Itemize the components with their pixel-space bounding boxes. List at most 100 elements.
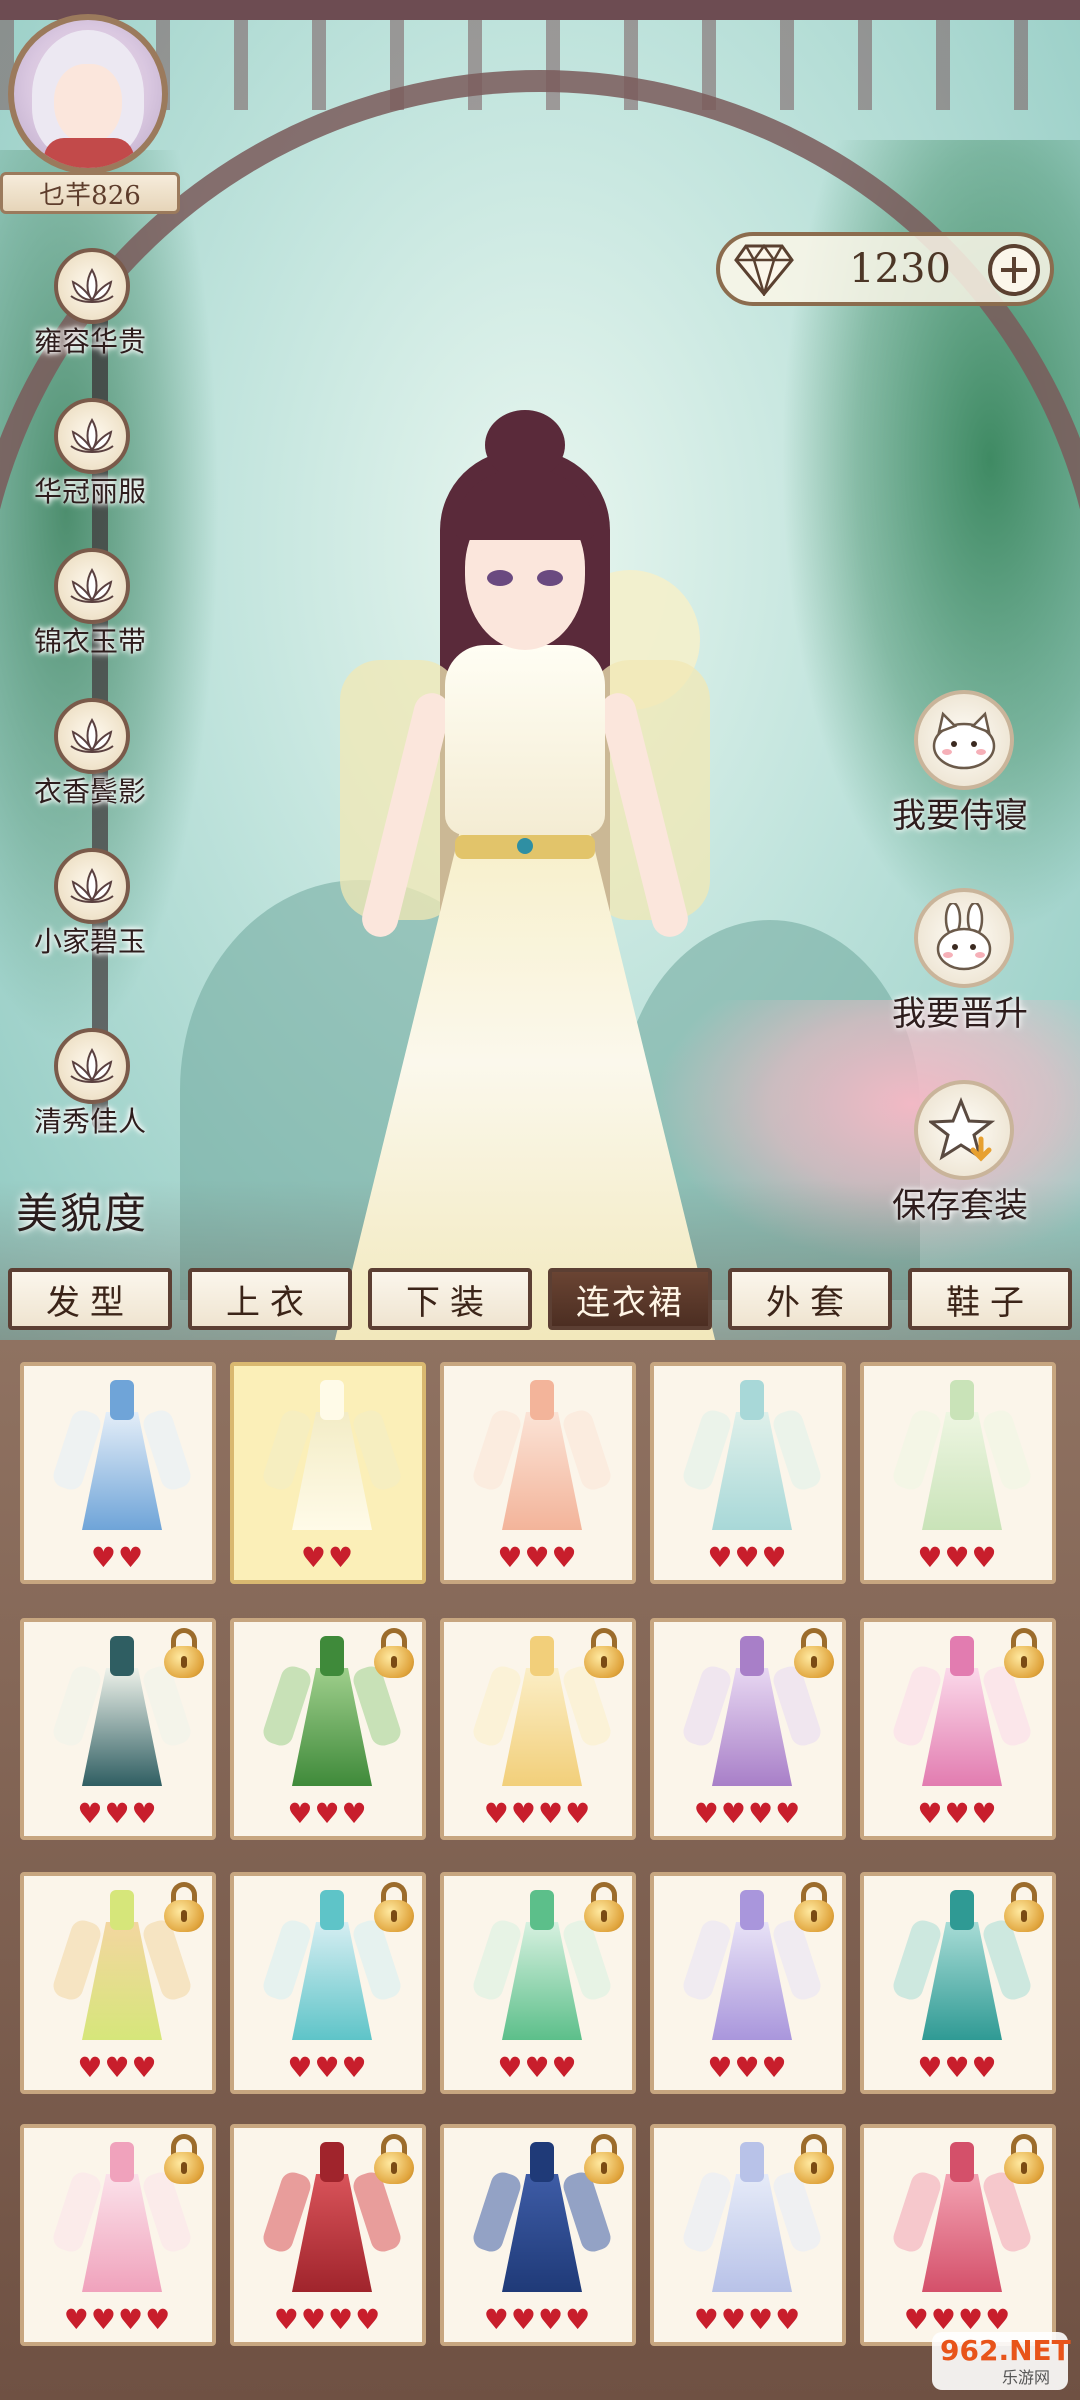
outfit-card[interactable]: ♥♥♥♥ [650,1618,846,1840]
heart-icon: ♥ [131,2051,159,2084]
lotus-icon [54,248,130,324]
heart-icon: ♥ [971,1797,999,1830]
star-save-icon [914,1080,1014,1180]
heart-icon: ♥ [145,2303,173,2336]
style-label: 清秀佳人 [33,1105,146,1138]
heart-icon: ♥ [77,2051,105,2084]
heart-icon: ♥ [565,2303,593,2336]
outfit-card[interactable]: ♥♥♥ [230,1618,426,1840]
outfit-card[interactable]: ♥♥♥♥ [860,2124,1056,2346]
outfit-card[interactable]: ♥♥♥ [650,1872,846,2094]
dress-thumbnail [890,1636,1034,1786]
action-button-attend[interactable]: 我要侍寝 [850,690,1070,840]
dress-thumbnail [680,1380,824,1530]
heart-icon: ♥ [944,1541,972,1574]
heart-icon: ♥ [707,1541,735,1574]
heart-icon: ♥ [748,1797,776,1830]
outfit-card[interactable]: ♥♥♥♥ [440,2124,636,2346]
tab-item[interactable]: 上衣 [188,1268,352,1330]
lock-icon [582,1882,626,1932]
heart-icon: ♥ [300,2303,328,2336]
outfit-card[interactable]: ♥♥ [230,1362,426,1584]
rating-hearts: ♥♥♥ [654,1544,842,1572]
heart-icon: ♥ [287,2051,315,2084]
lock-icon [372,1882,416,1932]
site-watermark: 962.NET 乐游网 [932,2332,1071,2390]
tab-item[interactable]: 发型 [8,1268,172,1330]
heart-icon: ♥ [341,1797,369,1830]
heart-icon: ♥ [314,1797,342,1830]
rating-hearts: ♥♥ [234,1544,422,1572]
character-model[interactable] [270,410,770,1360]
heart-icon: ♥ [497,2051,525,2084]
action-button-promote[interactable]: 我要晋升 [850,888,1070,1038]
outfit-card[interactable]: ♥♥♥♥ [20,2124,216,2346]
heart-icon: ♥ [707,2051,735,2084]
heart-icon: ♥ [720,2303,748,2336]
dress-thumbnail [470,1890,614,2040]
style-label: 衣香鬓影 [33,775,146,808]
lotus-icon [54,698,130,774]
rating-hearts: ♥♥♥♥ [234,2306,422,2334]
dress-thumbnail [680,1890,824,2040]
heart-icon: ♥ [565,1797,593,1830]
heart-icon: ♥ [748,2303,776,2336]
heart-icon: ♥ [775,1797,803,1830]
action-label: 我要侍寝 [892,796,1028,836]
heart-icon: ♥ [775,2303,803,2336]
outfit-card[interactable]: ♥♥ [20,1362,216,1584]
rating-hearts: ♥♥♥♥ [654,1800,842,1828]
heart-icon: ♥ [483,1797,511,1830]
heart-icon: ♥ [971,2051,999,2084]
heart-icon: ♥ [497,1541,525,1574]
heart-icon: ♥ [90,1541,118,1574]
outfit-card[interactable]: ♥♥♥ [20,1872,216,2094]
outfit-card[interactable]: ♥♥♥♥ [440,1618,636,1840]
outfit-card[interactable]: ♥♥♥ [440,1872,636,2094]
action-label: 保存套装 [892,1186,1028,1226]
outfit-card[interactable]: ♥♥♥♥ [650,2124,846,2346]
outfit-card[interactable]: ♥♥♥ [650,1362,846,1584]
outfit-card[interactable]: ♥♥♥ [860,1872,1056,2094]
style-item[interactable]: 清秀佳人 [0,1028,180,1148]
tab-item[interactable]: 鞋子 [908,1268,1072,1330]
lotus-icon [54,548,130,624]
style-item[interactable]: 小家碧玉 [0,848,180,968]
tab-item[interactable]: 外套 [728,1268,892,1330]
heart-icon: ♥ [328,1541,356,1574]
outfit-card[interactable]: ♥♥♥ [230,1872,426,2094]
style-item[interactable]: 雍容华贵 [0,248,180,368]
outfit-card[interactable]: ♥♥♥ [440,1362,636,1584]
heart-icon: ♥ [131,1797,159,1830]
heart-icon: ♥ [328,2303,356,2336]
dress-thumbnail [260,1380,404,1530]
rating-hearts: ♥♥♥♥ [444,1800,632,1828]
outfit-card[interactable]: ♥♥♥ [20,1618,216,1840]
lock-icon [1002,1882,1046,1932]
heart-icon: ♥ [551,1541,579,1574]
style-item[interactable]: 衣香鬓影 [0,698,180,818]
watermark-sub: 乐游网 [1002,2368,1051,2387]
dress-thumbnail [50,1380,194,1530]
tab-item[interactable]: 连衣裙 [548,1268,712,1330]
rating-hearts: ♥♥♥ [654,2054,842,2082]
lock-icon [792,2134,836,2184]
heart-icon: ♥ [538,1797,566,1830]
rating-hearts: ♥♥♥ [24,1800,212,1828]
style-item[interactable]: 华冠丽服 [0,398,180,518]
dress-thumbnail [50,2142,194,2292]
plus-icon[interactable] [988,244,1040,296]
save-outfit-button[interactable]: 保存套装 [850,1080,1070,1230]
outfit-card[interactable]: ♥♥♥♥ [230,2124,426,2346]
lotus-icon [54,848,130,924]
outfit-card[interactable]: ♥♥♥ [860,1362,1056,1584]
player-avatar[interactable] [8,14,168,174]
heart-icon: ♥ [118,1541,146,1574]
tab-item[interactable]: 下装 [368,1268,532,1330]
dress-thumbnail [680,1636,824,1786]
outfit-card[interactable]: ♥♥♥ [860,1618,1056,1840]
heart-icon: ♥ [944,2051,972,2084]
style-item[interactable]: 锦衣玉带 [0,548,180,668]
lock-icon [1002,2134,1046,2184]
heart-icon: ♥ [104,2051,132,2084]
